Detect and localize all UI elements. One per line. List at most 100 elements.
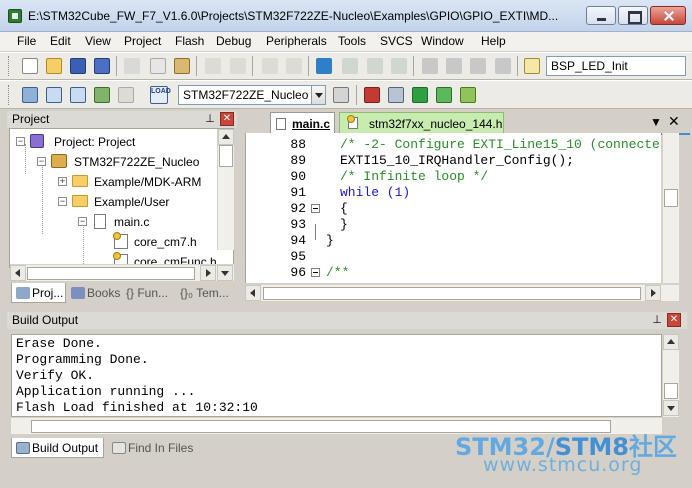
- menu-debug[interactable]: Debug: [216, 34, 251, 48]
- open-folder-icon[interactable]: [46, 58, 62, 74]
- redo-icon[interactable]: [230, 58, 246, 74]
- scroll-up-arrow-icon[interactable]: [218, 129, 234, 145]
- tab-find-in-files[interactable]: Find In Files: [108, 438, 200, 458]
- unindent-icon[interactable]: [446, 58, 462, 74]
- scroll-right-arrow-icon[interactable]: [645, 285, 661, 301]
- code-line: 93 }: [290, 217, 348, 232]
- new-file-icon[interactable]: [22, 58, 38, 74]
- file-extensions-icon[interactable]: [364, 87, 380, 103]
- editor-vertical-scrollbar[interactable]: [662, 133, 679, 283]
- scroll-thumb[interactable]: [664, 383, 678, 399]
- scroll-up-arrow-icon[interactable]: [663, 334, 679, 350]
- download-load-icon[interactable]: LOAD: [150, 86, 171, 104]
- tab-list-chevron-icon[interactable]: ▼: [650, 115, 662, 129]
- tree-item-label: STM32F722ZE_Nucleo: [74, 155, 200, 169]
- find-in-files-icon[interactable]: [524, 58, 540, 74]
- collapse-icon[interactable]: −: [37, 157, 46, 166]
- copy-icon[interactable]: [150, 58, 166, 74]
- menu-file[interactable]: File: [17, 34, 36, 48]
- next-bookmark-icon[interactable]: [367, 58, 383, 74]
- bookmark-icon[interactable]: [316, 58, 332, 74]
- build-icon[interactable]: [46, 87, 62, 103]
- tab-functions[interactable]: {} Fun...: [122, 283, 177, 303]
- project-vertical-scrollbar[interactable]: [217, 129, 234, 250]
- scroll-right-arrow-icon[interactable]: [200, 265, 216, 281]
- menu-edit[interactable]: Edit: [50, 34, 71, 48]
- run-time-environment-icon[interactable]: [436, 87, 452, 103]
- close-panel-icon[interactable]: ✕: [220, 112, 234, 126]
- collapse-icon[interactable]: −: [16, 137, 25, 146]
- undo-icon[interactable]: [205, 58, 221, 74]
- collapse-icon[interactable]: −: [58, 197, 67, 206]
- clear-bookmarks-icon[interactable]: [391, 58, 407, 74]
- target-select-combo[interactable]: STM32F722ZE_Nucleo: [178, 85, 326, 105]
- options-wand-icon[interactable]: [333, 87, 349, 103]
- file-icon: [94, 214, 106, 229]
- collapse-icon[interactable]: −: [78, 217, 87, 226]
- indent-icon[interactable]: [422, 58, 438, 74]
- toolbar-grip[interactable]: [8, 85, 11, 105]
- select-packs-icon[interactable]: [412, 87, 428, 103]
- fold-collapse-icon[interactable]: [311, 204, 320, 213]
- pin-icon[interactable]: ⊥: [652, 314, 662, 326]
- menu-svcs[interactable]: SVCS: [380, 34, 413, 48]
- stop-build-icon[interactable]: [118, 87, 134, 103]
- menu-project[interactable]: Project: [124, 34, 161, 48]
- function-search-combo[interactable]: BSP_LED_Init: [546, 56, 686, 76]
- scroll-thumb[interactable]: [263, 287, 641, 300]
- tab-templates[interactable]: {}₀ Tem...: [178, 283, 234, 303]
- expand-icon[interactable]: +: [58, 177, 67, 186]
- comment-icon[interactable]: [470, 58, 486, 74]
- batch-build-icon[interactable]: [94, 87, 110, 103]
- menu-flash[interactable]: Flash: [175, 34, 204, 48]
- prev-bookmark-icon[interactable]: [342, 58, 358, 74]
- scroll-thumb[interactable]: [27, 267, 195, 280]
- standard-toolbar: BSP_LED_Init: [0, 52, 692, 80]
- cut-icon[interactable]: [124, 58, 140, 74]
- tab-books[interactable]: Books: [67, 283, 121, 303]
- editor-horizontal-scrollbar[interactable]: [245, 284, 679, 301]
- toolbar-separator: [196, 56, 197, 76]
- tab-project[interactable]: Proj...: [11, 283, 66, 303]
- title-bar: E:\STM32Cube_FW_F7_V1.6.0\Projects\STM32…: [0, 0, 692, 32]
- save-icon[interactable]: [70, 58, 86, 74]
- tab-stm32f7xx-nucleo-144-h[interactable]: stm32f7xx_nucleo_144.h: [339, 112, 504, 134]
- menu-tools[interactable]: Tools: [338, 34, 366, 48]
- scroll-thumb[interactable]: [219, 145, 233, 167]
- close-panel-icon[interactable]: ✕: [667, 313, 681, 327]
- build-output-text[interactable]: Erase Done. Programming Done. Verify OK.…: [11, 334, 662, 417]
- project-horizontal-scrollbar[interactable]: [10, 264, 234, 281]
- scroll-down-arrow-icon[interactable]: [217, 265, 233, 281]
- build-vertical-scrollbar[interactable]: [662, 334, 679, 417]
- close-window-button[interactable]: [650, 6, 686, 25]
- maximize-button[interactable]: [618, 6, 648, 25]
- tab-main-c[interactable]: main.c: [270, 112, 335, 134]
- scroll-down-arrow-icon[interactable]: [663, 400, 679, 416]
- manage-components-icon[interactable]: [388, 87, 404, 103]
- pack-installer-icon[interactable]: [460, 87, 476, 103]
- navigate-forward-icon[interactable]: [286, 58, 302, 74]
- chevron-down-icon[interactable]: [311, 86, 325, 104]
- pin-icon[interactable]: ⊥: [205, 113, 215, 125]
- scroll-thumb[interactable]: [664, 189, 678, 207]
- toolbar-grip[interactable]: [8, 56, 11, 76]
- close-editor-icon[interactable]: ✕: [668, 113, 680, 130]
- scroll-left-arrow-icon[interactable]: [10, 265, 26, 281]
- fold-collapse-icon[interactable]: [311, 268, 320, 277]
- menu-window[interactable]: Window: [421, 34, 464, 48]
- menu-view[interactable]: View: [85, 34, 111, 48]
- scroll-left-arrow-icon[interactable]: [245, 285, 261, 301]
- menu-peripherals[interactable]: Peripherals: [266, 34, 327, 48]
- toolbar-separator: [413, 56, 414, 76]
- uncomment-icon[interactable]: [495, 58, 511, 74]
- code-line: 88 /* -2- Configure EXTI_Line15_10 (conn…: [290, 137, 660, 152]
- tab-build-output[interactable]: Build Output: [11, 438, 104, 458]
- rebuild-icon[interactable]: [70, 87, 86, 103]
- translate-icon[interactable]: [22, 87, 38, 103]
- paste-icon[interactable]: [174, 58, 190, 74]
- navigate-back-icon[interactable]: [262, 58, 278, 74]
- code-editor[interactable]: 88 /* -2- Configure EXTI_Line15_10 (conn…: [245, 133, 661, 283]
- save-all-icon[interactable]: [94, 58, 110, 74]
- menu-help[interactable]: Help: [481, 34, 506, 48]
- minimize-button[interactable]: [586, 6, 616, 25]
